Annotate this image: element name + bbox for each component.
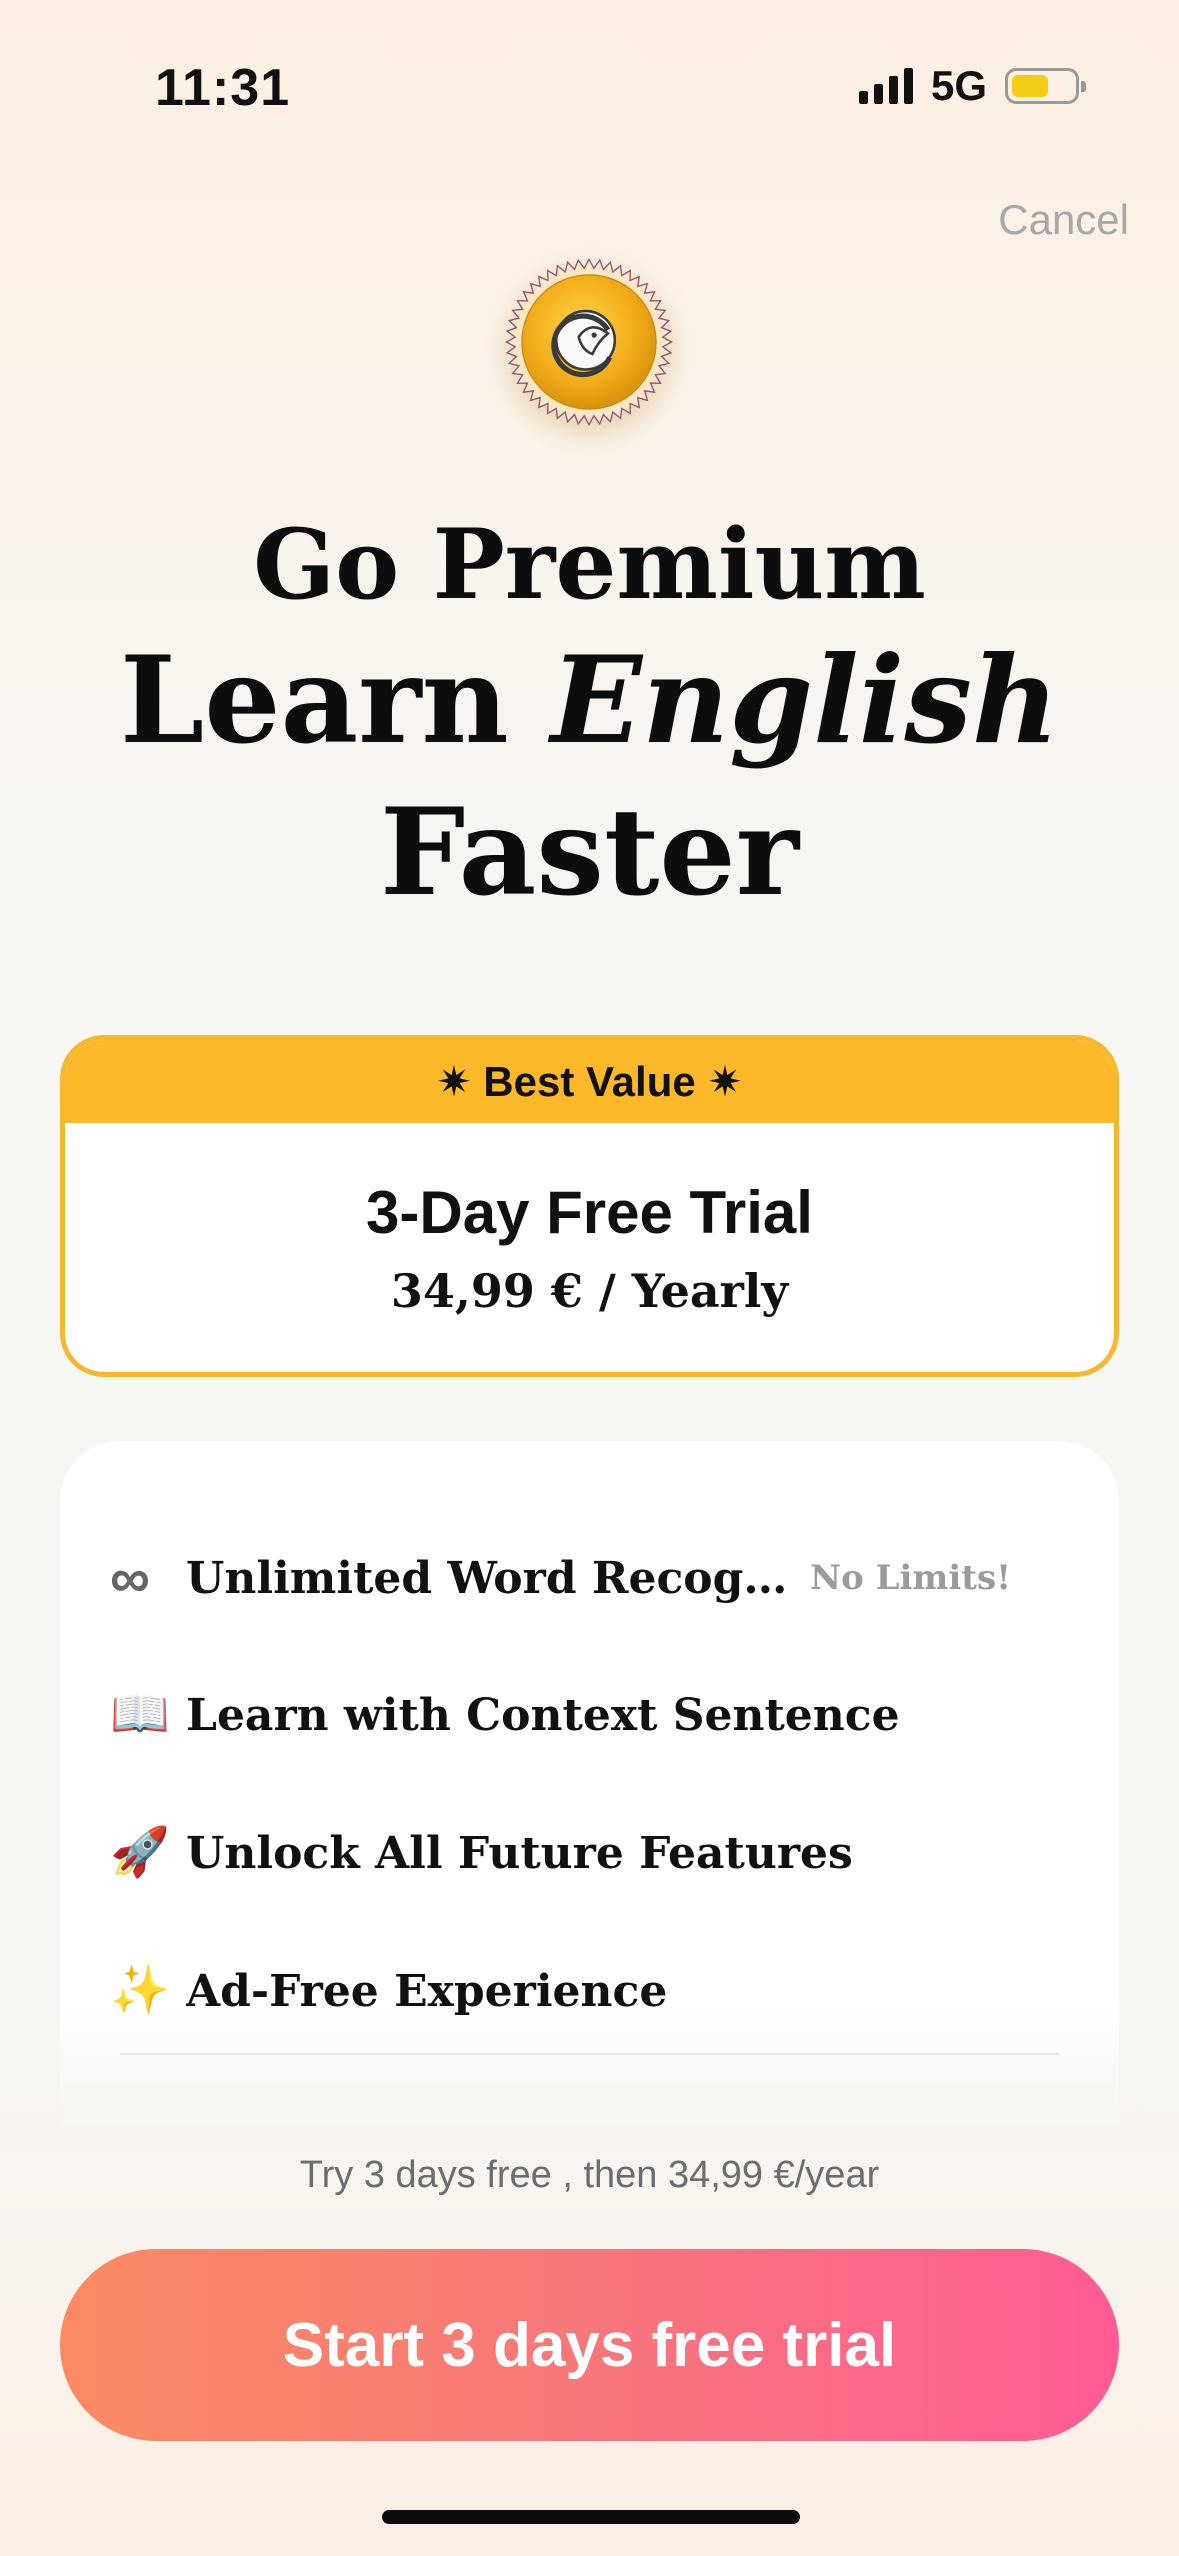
plan-title: 3-Day Free Trial (366, 1179, 813, 1246)
sparkles-icon: ✨ (110, 1964, 170, 2017)
status-indicators: 5G (858, 60, 1086, 112)
feature-label: Ad-Free Experience (186, 1965, 668, 2017)
headline-learn: Learn (119, 630, 551, 771)
best-value-badge: ✷ Best Value ✷ (65, 1040, 1114, 1123)
plan-card-yearly[interactable]: ✷ Best Value ✷ 3-Day Free Trial 34,99 € … (60, 1035, 1119, 1377)
start-trial-button[interactable]: Start 3 days free trial (60, 2249, 1119, 2441)
feature-note: No Limits! (810, 1558, 1012, 1598)
headline-english: English (550, 630, 1060, 771)
feature-unlimited-words: ∞ Unlimited Word Recognition No Limits! (110, 1538, 1079, 1618)
battery-icon (1005, 68, 1086, 104)
book-icon: 📖 (110, 1688, 170, 1741)
signal-icon (858, 68, 913, 104)
home-indicator[interactable] (382, 2510, 800, 2524)
divider (120, 2053, 1059, 2055)
battery-level (1012, 75, 1048, 97)
status-time: 11:31 (155, 59, 291, 117)
feature-ad-free: ✨ Ad-Free Experience (110, 1951, 1079, 2031)
infinity-icon: ∞ (110, 1546, 150, 1609)
headline-go-premium: Go Premium (253, 508, 926, 621)
trial-terms: Try 3 days free , then 34,99 €/year (299, 2154, 880, 2196)
plan-price: 34,99 € / Yearly (390, 1264, 789, 1318)
feature-label: Learn with Context Sentence (186, 1689, 900, 1741)
features-list: ∞ Unlimited Word Recognition No Limits! … (60, 1441, 1119, 2131)
feature-label: Unlock All Future Features (186, 1827, 853, 1879)
feature-label: Unlimited Word Recognition (186, 1552, 806, 1604)
feature-future-features: 🚀 Unlock All Future Features (110, 1813, 1079, 1893)
network-type: 5G (930, 62, 987, 109)
rocket-icon: 🚀 (110, 1826, 170, 1879)
headline-learn-english: Learn English (0, 630, 1179, 771)
feature-context-sentence: 📖 Learn with Context Sentence (110, 1675, 1079, 1755)
cancel-button[interactable]: Cancel (998, 196, 1129, 244)
headline-faster: Faster (380, 782, 799, 923)
seal-badge-icon (505, 258, 673, 426)
